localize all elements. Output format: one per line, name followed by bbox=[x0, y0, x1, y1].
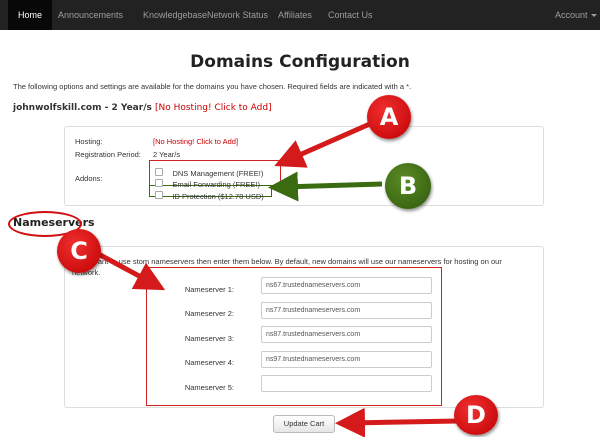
callout-b: B bbox=[385, 163, 431, 209]
callout-d: D bbox=[454, 395, 498, 435]
callout-c: C bbox=[57, 229, 101, 273]
arrow-d bbox=[335, 407, 459, 437]
callout-a: A bbox=[367, 95, 411, 139]
arrow-b bbox=[268, 171, 383, 202]
arrow-a bbox=[274, 120, 374, 168]
annotation-overlay bbox=[78, 120, 459, 437]
